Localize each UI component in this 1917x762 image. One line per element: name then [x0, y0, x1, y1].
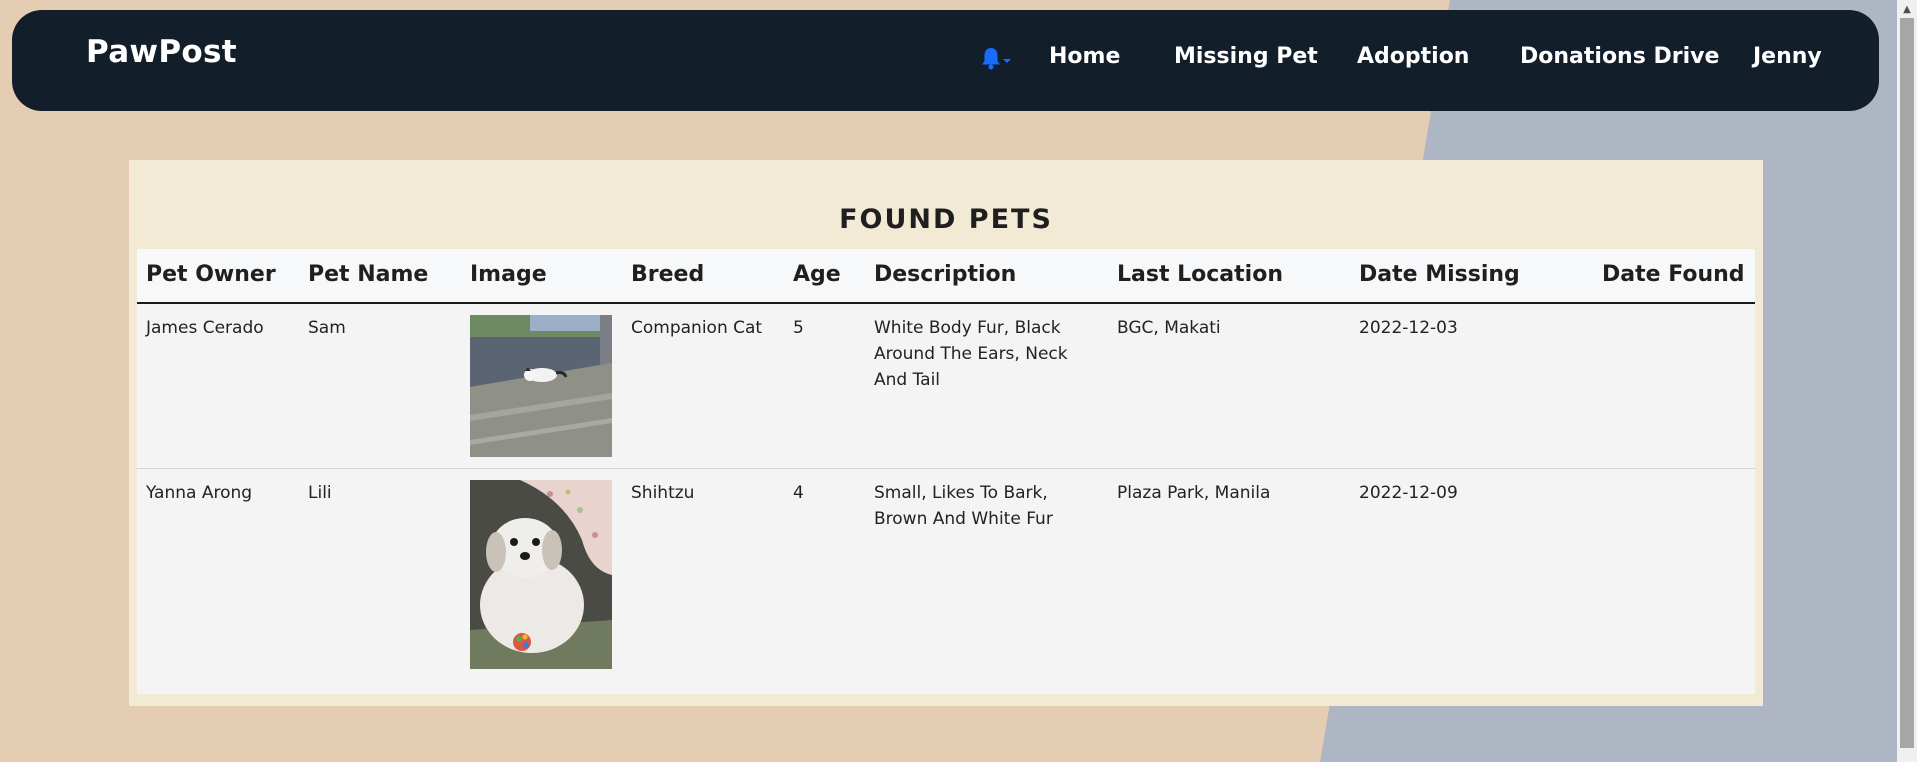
table-header: Pet Owner Pet Name Image Breed Age Descr… [137, 249, 1755, 304]
header-date-found: Date Found [1602, 262, 1745, 287]
found-pets-card: FOUND PETS Pet Owner Pet Name Image Bree… [129, 160, 1763, 706]
scrollbar-thumb[interactable] [1900, 18, 1914, 748]
table-row: Yanna Arong Lili Shihtzu 4 Small, Likes … [137, 469, 1755, 694]
page-title: FOUND PETS [839, 204, 1053, 235]
header-description: Description [874, 262, 1017, 287]
found-pets-table: Pet Owner Pet Name Image Breed Age Descr… [137, 249, 1755, 694]
nav-home[interactable]: Home [1049, 44, 1120, 69]
cell-breed: Companion Cat [631, 318, 763, 338]
vertical-scrollbar[interactable]: ▲ [1897, 0, 1917, 762]
cell-date-missing: 2022-12-03 [1359, 318, 1458, 338]
cell-age: 4 [793, 483, 804, 503]
cell-description: Small, Likes To Bark, Brown And White Fu… [874, 483, 1053, 529]
header-image: Image [470, 262, 547, 287]
cell-breed: Shihtzu [631, 483, 695, 503]
top-navbar: PawPost Home Missing Pet Adoption Donati… [12, 10, 1879, 111]
notifications-dropdown[interactable] [980, 46, 1012, 70]
cell-age: 5 [793, 318, 804, 338]
cell-description: White Body Fur, Black Around The Ears, N… [874, 318, 1068, 390]
brand-logo[interactable]: PawPost [86, 34, 237, 70]
nav-adoption[interactable]: Adoption [1357, 44, 1469, 69]
header-breed: Breed [631, 262, 705, 287]
header-pet-owner: Pet Owner [146, 262, 276, 287]
scroll-up-arrow-icon[interactable]: ▲ [1897, 0, 1917, 18]
cell-pet-name: Sam [308, 318, 346, 338]
cell-pet-name: Lili [308, 483, 332, 503]
table-row: James Cerado Sam Companion Cat 5 White B… [137, 304, 1755, 469]
pet-photo-cat [470, 315, 612, 457]
header-age: Age [793, 262, 841, 287]
cell-date-missing: 2022-12-09 [1359, 483, 1458, 503]
cell-last-location: Plaza Park, Manila [1117, 483, 1271, 503]
caret-down-icon [1002, 46, 1012, 70]
bell-icon [980, 46, 1002, 70]
nav-donations-drive[interactable]: Donations Drive [1520, 44, 1719, 69]
pet-photo-dog [470, 480, 612, 669]
nav-missing-pet[interactable]: Missing Pet [1174, 44, 1318, 69]
cell-pet-owner: James Cerado [146, 318, 264, 338]
header-last-location: Last Location [1117, 262, 1283, 287]
cell-pet-owner: Yanna Arong [146, 483, 253, 503]
header-pet-name: Pet Name [308, 262, 429, 287]
cell-last-location: BGC, Makati [1117, 318, 1221, 338]
nav-user-jenny[interactable]: Jenny [1753, 44, 1822, 69]
header-date-missing: Date Missing [1359, 262, 1520, 287]
